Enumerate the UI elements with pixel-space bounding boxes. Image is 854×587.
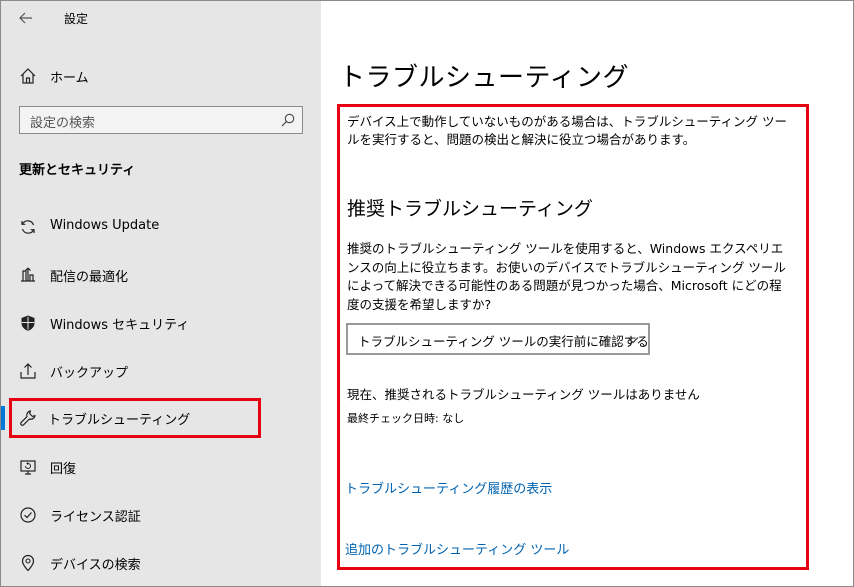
sidebar-item-label: Windows セキュリティ: [50, 318, 190, 333]
app-title: 設定: [64, 12, 89, 26]
main-content: トラブルシューティング デバイス上で動作していないものがある場合は、トラブルシュ…: [321, 1, 853, 586]
sidebar-item-label: ホーム: [50, 71, 89, 86]
sidebar-item-label: ライセンス認証: [50, 510, 141, 525]
refresh-icon: [19, 218, 37, 236]
status-text: 現在、推奨されるトラブルシューティング ツールはありません: [347, 387, 700, 402]
highlight-box-sidebar: [9, 398, 261, 438]
sidebar-item-home[interactable]: ホーム: [1, 61, 321, 89]
search-icon[interactable]: [280, 112, 296, 128]
activation-icon: [19, 506, 37, 524]
sidebar-item-delivery-optimization[interactable]: 配信の最適化: [1, 260, 321, 290]
chevron-down-icon: [626, 333, 640, 347]
back-arrow-icon: [19, 12, 32, 24]
sidebar-item-label: Windows Update: [50, 218, 160, 233]
settings-window: 設定 ホーム 設定の検索 更新とセキュリティ Windows Update 配信…: [0, 0, 854, 587]
additional-troubleshooters-link[interactable]: 追加のトラブルシューティング ツール: [345, 539, 569, 558]
back-button[interactable]: [15, 7, 37, 29]
troubleshoot-history-link[interactable]: トラブルシューティング履歴の表示: [345, 478, 552, 497]
description-text: デバイス上で動作していないものがある場合は、トラブルシューティング ツールを実行…: [347, 114, 787, 147]
sidebar-item-windows-update[interactable]: Windows Update: [1, 212, 321, 242]
sidebar-item-find-device[interactable]: デバイスの検索: [1, 548, 321, 578]
troubleshoot-preference-dropdown[interactable]: トラブルシューティング ツールの実行前に確認する: [346, 323, 650, 355]
search-placeholder: 設定の検索: [30, 116, 96, 131]
sidebar-item-windows-security[interactable]: Windows セキュリティ: [1, 308, 321, 338]
backup-icon: [19, 362, 37, 380]
sidebar-item-recovery[interactable]: 回復: [1, 452, 321, 482]
recommended-section-title: 推奨トラブルシューティング: [347, 198, 593, 220]
dropdown-selected-value: トラブルシューティング ツールの実行前に確認する: [358, 334, 649, 349]
shield-icon: [19, 314, 37, 332]
last-check-text: 最終チェック日時: なし: [347, 412, 465, 425]
sidebar-item-label: バックアップ: [50, 366, 129, 381]
sidebar-item-label: 配信の最適化: [50, 270, 129, 285]
sidebar-item-label: 回復: [50, 462, 77, 477]
recommended-description: 推奨のトラブルシューティング ツールを使用すると、Windows エクスペリエン…: [347, 241, 786, 312]
sidebar: 設定 ホーム 設定の検索 更新とセキュリティ Windows Update 配信…: [1, 1, 321, 586]
sidebar-item-backup[interactable]: バックアップ: [1, 356, 321, 386]
recovery-icon: [19, 458, 37, 476]
section-title: 更新とセキュリティ: [19, 163, 136, 178]
home-icon: [19, 67, 37, 85]
title-bar: 設定: [1, 1, 321, 37]
page-title: トラブルシューティング: [339, 63, 629, 93]
sidebar-item-label: デバイスの検索: [50, 558, 141, 573]
sidebar-item-activation[interactable]: ライセンス認証: [1, 500, 321, 530]
find-device-icon: [19, 554, 37, 572]
search-input[interactable]: 設定の検索: [19, 106, 303, 134]
delivery-optimization-icon: [19, 266, 37, 284]
